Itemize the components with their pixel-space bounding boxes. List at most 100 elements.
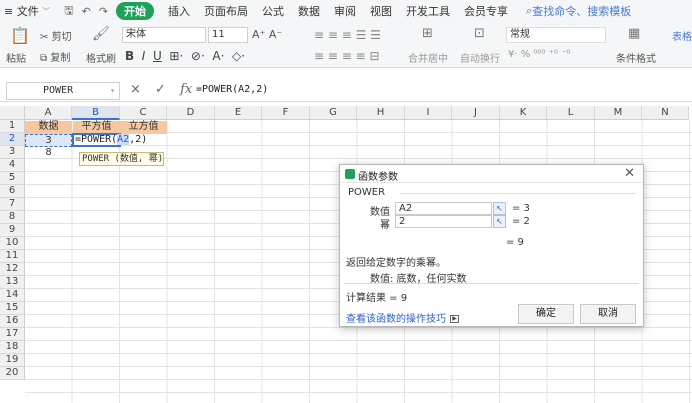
function-tooltip: POWER (数值, 幂) bbox=[79, 152, 164, 166]
wrap-text-button[interactable]: 自动换行 bbox=[460, 50, 500, 65]
table-style-button[interactable]: 表格 bbox=[672, 28, 692, 43]
tab-review[interactable]: 审阅 bbox=[334, 3, 356, 19]
file-menu[interactable]: ≡ 文件 ﹀ bbox=[4, 3, 50, 19]
column-header-j[interactable]: J bbox=[452, 106, 500, 120]
row-header-5[interactable]: 5 bbox=[0, 172, 25, 185]
tab-developer[interactable]: 开发工具 bbox=[406, 3, 450, 19]
row-header-16[interactable]: 16 bbox=[0, 315, 25, 328]
column-header-a[interactable]: A bbox=[25, 106, 72, 120]
tab-view[interactable]: 视图 bbox=[370, 3, 392, 19]
align-top-icon[interactable]: ≡ ≡ ≡ ☰ ☰ bbox=[314, 28, 381, 42]
column-header-h[interactable]: H bbox=[357, 106, 405, 120]
paste-icon[interactable]: 📋 bbox=[10, 26, 30, 45]
row-header-18[interactable]: 18 bbox=[0, 341, 25, 354]
file-menu-label: ≡ 文件 bbox=[4, 5, 39, 18]
column-header-k[interactable]: K bbox=[500, 106, 547, 120]
row-header-10[interactable]: 10 bbox=[0, 237, 25, 250]
confirm-icon[interactable]: ✓ bbox=[155, 82, 166, 97]
row-header-15[interactable]: 15 bbox=[0, 302, 25, 315]
cell-b2-editor[interactable]: =POWER(A2,2) bbox=[72, 133, 147, 147]
command-search[interactable]: ⌕ 查找命令、搜索模板 bbox=[526, 3, 631, 19]
row-header-13[interactable]: 13 bbox=[0, 276, 25, 289]
row-header-1[interactable]: 1 bbox=[0, 120, 25, 133]
row-header-20[interactable]: 20 bbox=[0, 367, 25, 380]
wps-logo-icon bbox=[345, 169, 355, 179]
dialog-titlebar[interactable]: 函数参数 ✕ bbox=[340, 165, 643, 183]
merge-center-button[interactable]: 合并居中 bbox=[408, 50, 448, 65]
paste-button[interactable]: 粘贴 bbox=[6, 50, 26, 65]
row-header-4[interactable]: 4 bbox=[0, 159, 25, 172]
save-icon[interactable]: 🖫 bbox=[64, 2, 73, 21]
column-header-c[interactable]: C bbox=[120, 106, 167, 120]
format-painter-button[interactable]: 格式刷 bbox=[86, 50, 116, 65]
close-icon[interactable]: ✕ bbox=[624, 166, 635, 181]
font-name-select[interactable]: 宋体 bbox=[122, 27, 206, 43]
row-header-7[interactable]: 7 bbox=[0, 198, 25, 211]
tab-data[interactable]: 数据 bbox=[298, 3, 320, 19]
wrap-icon[interactable]: ⊡ bbox=[474, 26, 485, 41]
cancel-icon[interactable]: × bbox=[130, 82, 141, 97]
tab-member[interactable]: 会员专享 bbox=[464, 3, 508, 19]
function-name: POWER bbox=[348, 187, 386, 198]
number-format-select[interactable]: 常规 bbox=[506, 27, 606, 43]
undo-icon[interactable]: ↶ bbox=[82, 5, 91, 18]
cell-a1[interactable]: 数据 bbox=[25, 121, 72, 134]
align-left-icon[interactable]: ≡ ≡ ≡ ≡ ⊟ bbox=[314, 49, 380, 63]
column-header-d[interactable]: D bbox=[167, 106, 215, 120]
conditional-format-icon[interactable]: ▦ bbox=[628, 26, 640, 41]
select-all-corner[interactable] bbox=[0, 106, 25, 120]
row-header-8[interactable]: 8 bbox=[0, 211, 25, 224]
help-link[interactable]: 查看该函数的操作技巧 ▶ bbox=[346, 310, 459, 325]
row-header-3[interactable]: 3 bbox=[0, 146, 25, 159]
row-header-19[interactable]: 19 bbox=[0, 354, 25, 367]
ok-button[interactable]: 确定 bbox=[518, 304, 574, 324]
column-header-g[interactable]: G bbox=[310, 106, 357, 120]
font-grow-icon[interactable]: A⁺ A⁻ bbox=[252, 28, 282, 41]
fx-icon[interactable]: fx bbox=[180, 82, 192, 97]
arg1-input[interactable]: A2 bbox=[395, 202, 492, 215]
cell-c1[interactable]: 立方值 bbox=[120, 121, 167, 134]
format-painter-icon[interactable]: 🖌 bbox=[92, 26, 110, 42]
column-header-b[interactable]: B bbox=[72, 106, 120, 120]
range-select-icon[interactable]: ↖ bbox=[493, 202, 506, 215]
row-header-11[interactable]: 11 bbox=[0, 250, 25, 263]
cancel-button[interactable]: 取消 bbox=[580, 304, 636, 324]
cut-button[interactable]: ✂ 剪切 bbox=[40, 28, 72, 43]
row-header-14[interactable]: 14 bbox=[0, 289, 25, 302]
conditional-format-button[interactable]: 条件格式 bbox=[616, 50, 656, 65]
cell-a3[interactable]: 8 bbox=[25, 147, 72, 160]
formula-input[interactable]: =POWER(A2,2) bbox=[196, 84, 268, 95]
number-format-icons[interactable]: ¥· % ⁰⁰⁰ ⁺⁰ ⁻⁰ bbox=[508, 49, 570, 60]
edit-text-ref: A2 bbox=[117, 134, 130, 145]
font-size-select[interactable]: 11 bbox=[208, 27, 248, 43]
row-header-9[interactable]: 9 bbox=[0, 224, 25, 237]
column-header-e[interactable]: E bbox=[215, 106, 262, 120]
column-header-l[interactable]: L bbox=[547, 106, 595, 120]
tab-formulas[interactable]: 公式 bbox=[262, 3, 284, 19]
column-header-i[interactable]: I bbox=[405, 106, 452, 120]
column-header-n[interactable]: N bbox=[642, 106, 689, 120]
cell-a2[interactable]: 3 bbox=[25, 134, 72, 147]
font-style-buttons[interactable]: B I U ⊞· ⊘· A· ◇· bbox=[125, 49, 245, 63]
name-box[interactable]: POWER ▾ bbox=[6, 82, 120, 100]
tab-page-layout[interactable]: 页面布局 bbox=[204, 3, 248, 19]
chevron-down-icon[interactable]: ▾ bbox=[110, 83, 115, 99]
tab-insert[interactable]: 插入 bbox=[168, 3, 190, 19]
row-header-17[interactable]: 17 bbox=[0, 328, 25, 341]
column-header-m[interactable]: M bbox=[595, 106, 642, 120]
merge-icon[interactable]: ⊞ bbox=[422, 26, 433, 41]
copy-button[interactable]: ⧉ 复制 bbox=[40, 49, 70, 64]
row-header-6[interactable]: 6 bbox=[0, 185, 25, 198]
group-divider bbox=[400, 193, 636, 194]
edit-text-prefix: =POWER( bbox=[75, 134, 118, 145]
arg2-input[interactable]: 2 bbox=[395, 215, 492, 228]
row-header-2[interactable]: 2 bbox=[0, 133, 25, 146]
column-header-f[interactable]: F bbox=[262, 106, 310, 120]
menu-bar: ≡ 文件 ﹀ 🖫 ↶ ↷ 开始 插入 页面布局 公式 数据 审阅 视图 开发工具… bbox=[0, 0, 692, 22]
formula-icons: × ✓ fx bbox=[130, 82, 202, 97]
range-select-icon[interactable]: ↖ bbox=[493, 215, 506, 228]
redo-icon[interactable]: ↷ bbox=[99, 5, 108, 18]
edit-text-suffix: ,2) bbox=[129, 134, 148, 145]
row-header-12[interactable]: 12 bbox=[0, 263, 25, 276]
tab-start[interactable]: 开始 bbox=[116, 2, 155, 20]
